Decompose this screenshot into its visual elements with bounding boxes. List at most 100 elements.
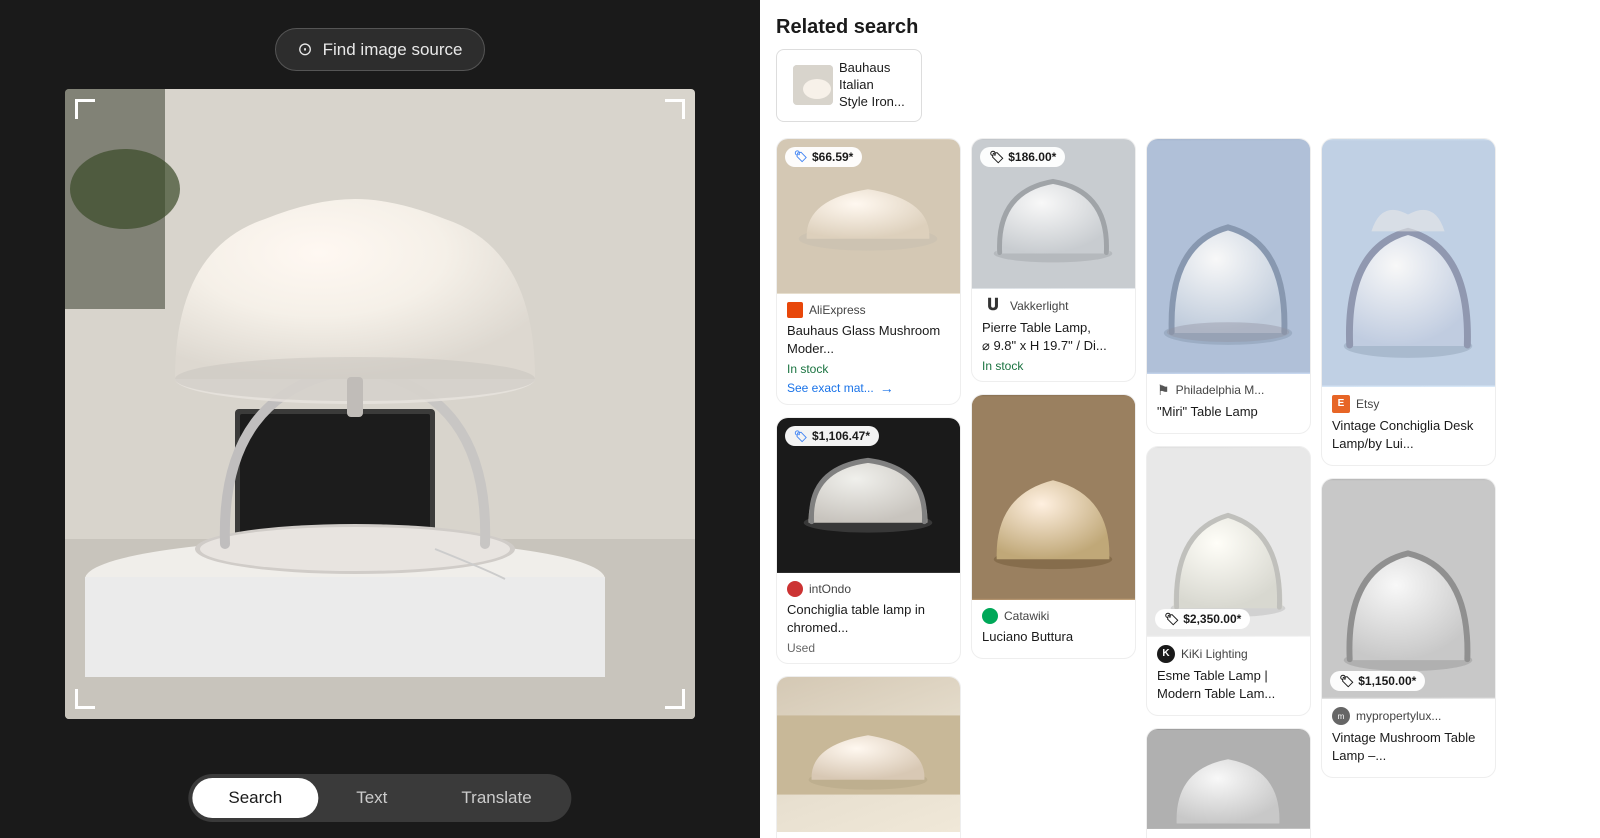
kiki-icon: K: [1157, 645, 1175, 663]
price-badge-intondo: 🏷 $1,106.47*: [785, 426, 879, 446]
store-name-kiki: KiKi Lighting: [1181, 647, 1248, 661]
product-image-wrap-brown: [972, 395, 1135, 600]
source-image-container: [65, 89, 695, 719]
selection-corner-tr: [665, 99, 685, 119]
price-tag-icon-vakker: 🏷: [989, 150, 1004, 164]
tab-text[interactable]: Text: [320, 778, 423, 818]
etsy-icon: E: [1332, 395, 1350, 413]
product-card-philly[interactable]: ⚑ Philadelphia M... "Miri" Table Lamp: [1146, 138, 1311, 434]
product-image-wrap-1: 🏷 $66.59*: [777, 139, 960, 294]
store-row-catawiki-brown: Catawiki: [982, 608, 1125, 624]
product-col-1: 🏷 $66.59* AliExpress Bauhaus Glass Mushr…: [776, 138, 961, 838]
product-info-intondo: intOndo Conchiglia table lamp in chromed…: [777, 573, 960, 663]
product-title-aliexpress: Bauhaus Glass Mushroom Moder...: [787, 322, 950, 358]
store-name-aliexpress: AliExpress: [809, 303, 866, 317]
price-value: $66.59*: [812, 150, 853, 164]
product-info-etsy: E Etsy Vintage Conchiglia Desk Lamp/by L…: [1322, 387, 1495, 465]
price-badge-aliexpress: 🏷 $66.59*: [785, 147, 862, 167]
store-name-myprop: mypropertylux...: [1356, 709, 1441, 723]
store-row-vakker: 𝐔 Vakkerlight: [982, 297, 1125, 315]
product-image-wrap-philly: [1147, 139, 1310, 374]
price-value-2: $1,106.47*: [812, 429, 870, 443]
product-card-catawiki-brown[interactable]: Catawiki Luciano Buttura: [971, 394, 1136, 659]
product-image-wrap-3: [777, 677, 960, 832]
product-card-1stdibs[interactable]: 1D 1stDibs: [1146, 728, 1311, 838]
store-name-intondo: intOndo: [809, 582, 851, 596]
product-title-etsy: Vintage Conchiglia Desk Lamp/by Lui...: [1332, 417, 1485, 453]
store-name-vakker: Vakkerlight: [1010, 299, 1068, 313]
chip-image: [793, 65, 833, 105]
product-status-vakker: In stock: [982, 359, 1125, 373]
catawiki-icon-2: [982, 608, 998, 624]
product-title-catawiki-brown: Luciano Buttura: [982, 628, 1125, 646]
selection-corner-tl: [75, 99, 95, 119]
see-exact-matches[interactable]: See exact mat... →: [787, 380, 950, 396]
product-card-kiki[interactable]: 🏷 $2,350.00* K KiKi Lighting Esme Table …: [1146, 446, 1311, 716]
price-badge-vakker: 🏷 $186.00*: [980, 147, 1065, 167]
product-title-kiki: Esme Table Lamp | Modern Table Lam...: [1157, 667, 1300, 703]
price-tag-icon: 🏷: [794, 150, 808, 163]
lamp-image: [65, 89, 695, 719]
related-search-panel: Related search BauhausItalianStyle Iron.…: [776, 16, 1584, 122]
intondo-icon: [787, 581, 803, 597]
product-image-philly: [1147, 139, 1310, 374]
product-info-vakker: 𝐔 Vakkerlight Pierre Table Lamp,⌀ 9.8" x…: [972, 289, 1135, 381]
selection-corner-bl: [75, 689, 95, 709]
store-name-etsy: Etsy: [1356, 397, 1379, 411]
product-grid: 🏷 $66.59* AliExpress Bauhaus Glass Mushr…: [776, 138, 1584, 838]
find-image-source-button[interactable]: ⊙ Find image source: [275, 28, 486, 71]
myprop-icon: m: [1332, 707, 1350, 725]
product-image-wrap-vakker: 🏷 $186.00*: [972, 139, 1135, 289]
store-row-kiki: K KiKi Lighting: [1157, 645, 1300, 663]
product-card-aliexpress[interactable]: 🏷 $66.59* AliExpress Bauhaus Glass Mushr…: [776, 138, 961, 405]
store-row-aliexpress: AliExpress: [787, 302, 950, 318]
price-tag-kiki: 🏷: [1164, 612, 1179, 626]
philly-icon: ⚑: [1157, 382, 1170, 399]
product-image-wrap-2: 🏷 $1,106.47*: [777, 418, 960, 573]
product-image-catawiki-1: [777, 677, 960, 832]
right-panel: Related search BauhausItalianStyle Iron.…: [760, 0, 1600, 838]
store-name-catawiki-brown: Catawiki: [1004, 609, 1049, 623]
product-title-myprop: Vintage Mushroom Table Lamp –...: [1332, 729, 1485, 765]
left-panel: ⊙ Find image source: [0, 0, 760, 838]
see-exact-arrow-icon: →: [880, 380, 894, 396]
related-chip-bauhaus[interactable]: BauhausItalianStyle Iron...: [776, 49, 922, 122]
product-card-myprop[interactable]: 🏷 $1,150.00* m mypropertylux... Vintage …: [1321, 478, 1496, 778]
store-row-myprop: m mypropertylux...: [1332, 707, 1485, 725]
product-status-intondo: Used: [787, 641, 950, 655]
product-info-1stdibs: 1D 1stDibs: [1147, 829, 1310, 838]
tab-search[interactable]: Search: [192, 778, 318, 818]
product-info-catawiki-1: Catawiki Luciano Buttura: [777, 832, 960, 838]
find-image-label: Find image source: [323, 40, 463, 60]
product-info-philly: ⚑ Philadelphia M... "Miri" Table Lamp: [1147, 374, 1310, 433]
store-name-philly: Philadelphia M...: [1176, 383, 1265, 397]
product-title-intondo: Conchiglia table lamp in chromed...: [787, 601, 950, 637]
chip-label: BauhausItalianStyle Iron...: [839, 60, 905, 111]
product-info-kiki: K KiKi Lighting Esme Table Lamp | Modern…: [1147, 637, 1310, 715]
price-value-vakker: $186.00*: [1008, 150, 1056, 164]
price-badge-myprop: 🏷 $1,150.00*: [1330, 671, 1425, 691]
bottom-tab-bar: Search Text Translate: [188, 774, 571, 822]
product-image-brown: [972, 395, 1135, 600]
product-card-vakker[interactable]: 🏷 $186.00* 𝐔 Vakkerlight Pierre Table La…: [971, 138, 1136, 382]
vakker-icon: 𝐔: [982, 297, 1004, 315]
product-card-catawiki-1[interactable]: Catawiki Luciano Buttura: [776, 676, 961, 838]
product-col-2: 🏷 $186.00* 𝐔 Vakkerlight Pierre Table La…: [971, 138, 1136, 838]
product-info-aliexpress: AliExpress Bauhaus Glass Mushroom Moder.…: [777, 294, 960, 404]
product-status-aliexpress: In stock: [787, 362, 950, 376]
related-search-title: Related search: [776, 16, 1584, 39]
product-card-etsy[interactable]: E Etsy Vintage Conchiglia Desk Lamp/by L…: [1321, 138, 1496, 466]
price-badge-kiki: 🏷 $2,350.00*: [1155, 609, 1250, 629]
product-image-wrap-kiki: 🏷 $2,350.00*: [1147, 447, 1310, 637]
store-row-etsy: E Etsy: [1332, 395, 1485, 413]
product-col-4: E Etsy Vintage Conchiglia Desk Lamp/by L…: [1321, 138, 1496, 838]
price-tag-myprop: 🏷: [1339, 674, 1354, 688]
tab-translate[interactable]: Translate: [425, 778, 567, 818]
product-card-intondo[interactable]: 🏷 $1,106.47* intOndo Conchiglia table la…: [776, 417, 961, 664]
product-image-myprop: 🏷 $1,150.00*: [1322, 479, 1495, 699]
product-image-1stdibs: [1147, 729, 1310, 829]
lens-icon: ⊙: [298, 39, 313, 60]
price-value-myprop: $1,150.00*: [1358, 674, 1416, 688]
see-exact-label: See exact mat...: [787, 381, 874, 395]
selection-corner-br: [665, 689, 685, 709]
